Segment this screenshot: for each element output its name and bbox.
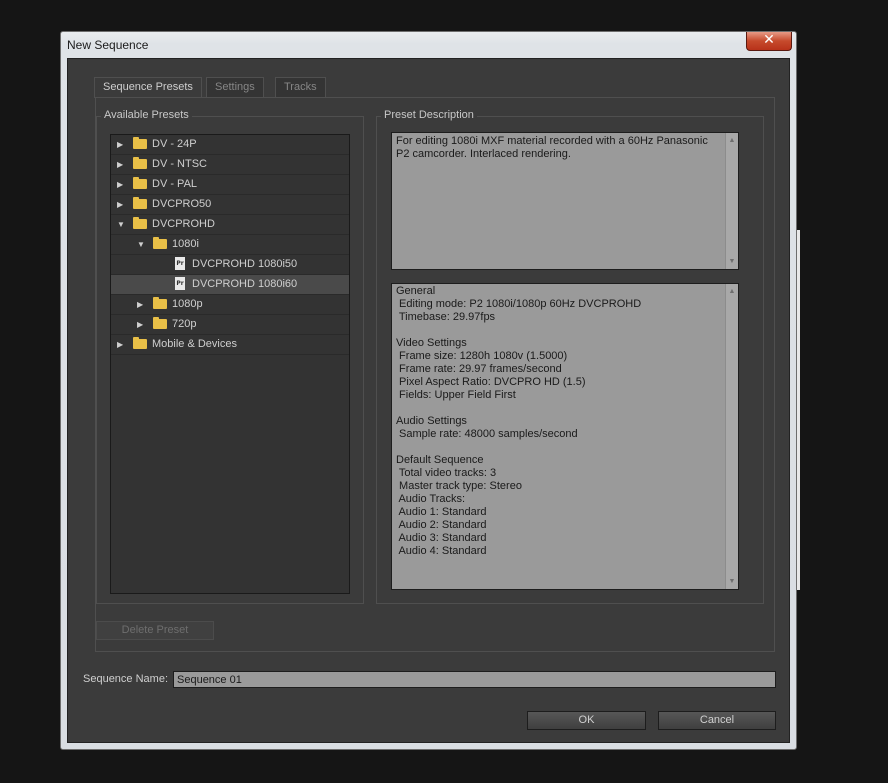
tree-item-dvcprohd[interactable]: ▼ DVCPROHD — [111, 215, 349, 235]
expand-arrow-icon[interactable]: ▶ — [117, 195, 123, 214]
tree-item-dv-pal[interactable]: ▶ DV - PAL — [111, 175, 349, 195]
tab-sequence-presets[interactable]: Sequence Presets — [94, 77, 202, 98]
tree-item-label: DV - NTSC — [152, 158, 207, 170]
dialog-content: Sequence Presets Settings Tracks Availab… — [67, 58, 790, 743]
sequence-presets-panel: Available Presets ▶ DV - 24P ▶ DV - NTSC… — [95, 97, 775, 652]
tree-item-dvcprohd-1080i60[interactable]: Pr DVCPROHD 1080i60 — [111, 275, 349, 295]
tree-item-1080p[interactable]: ▶ 1080p — [111, 295, 349, 315]
expand-arrow-icon[interactable]: ▶ — [117, 135, 123, 154]
folder-icon — [133, 137, 147, 149]
title-bar[interactable]: New Sequence ✕ — [61, 32, 796, 58]
collapse-arrow-icon[interactable]: ▼ — [117, 215, 125, 234]
tree-item-label: DVCPRO50 — [152, 198, 212, 210]
available-presets-label: Available Presets — [101, 109, 192, 121]
tree-item-label: DVCPROHD 1080i60 — [192, 278, 298, 290]
tab-settings[interactable]: Settings — [206, 77, 264, 97]
preset-description-group: Preset Description For editing 1080i MXF… — [376, 109, 764, 604]
tree-item-label: DV - 24P — [152, 138, 197, 150]
tree-item-label: DVCPROHD — [152, 218, 215, 230]
tree-item-dvcprohd-1080i50[interactable]: Pr DVCPROHD 1080i50 — [111, 255, 349, 275]
folder-icon — [153, 317, 167, 329]
tree-item-dvcpro50[interactable]: ▶ DVCPRO50 — [111, 195, 349, 215]
collapse-arrow-icon[interactable]: ▼ — [137, 235, 145, 254]
tree-item-label: DVCPROHD 1080i50 — [192, 258, 298, 270]
folder-icon — [153, 237, 167, 249]
preset-description-label: Preset Description — [381, 109, 477, 121]
sequence-name-input[interactable] — [173, 671, 776, 688]
preset-file-icon: Pr — [175, 277, 185, 290]
folder-icon — [133, 197, 147, 209]
tree-item-label: 720p — [172, 318, 197, 330]
tree-item-label: Mobile & Devices — [152, 338, 237, 350]
preset-file-icon: Pr — [175, 257, 185, 270]
scroll-up-arrow-icon[interactable]: ▲ — [726, 288, 738, 295]
cancel-button[interactable]: Cancel — [658, 711, 776, 730]
scroll-down-arrow-icon[interactable]: ▼ — [726, 258, 738, 265]
dialog-title: New Sequence — [67, 38, 149, 52]
tree-item-mobile-devices[interactable]: ▶ Mobile & Devices — [111, 335, 349, 355]
general-info-scrollbar[interactable]: ▲ ▼ — [725, 284, 738, 589]
expand-arrow-icon[interactable]: ▶ — [117, 175, 123, 194]
available-presets-group: Available Presets ▶ DV - 24P ▶ DV - NTSC… — [96, 109, 364, 604]
expand-arrow-icon[interactable]: ▶ — [137, 315, 143, 334]
sequence-name-label: Sequence Name: — [83, 673, 168, 685]
new-sequence-dialog: New Sequence ✕ Sequence Presets Settings… — [60, 31, 797, 750]
tab-tracks[interactable]: Tracks — [275, 77, 326, 97]
scroll-down-arrow-icon[interactable]: ▼ — [726, 578, 738, 585]
tree-item-dv-ntsc[interactable]: ▶ DV - NTSC — [111, 155, 349, 175]
tree-item-label: 1080p — [172, 298, 203, 310]
folder-icon — [133, 157, 147, 169]
general-info-text: General Editing mode: P2 1080i/1080p 60H… — [396, 285, 642, 557]
tree-item-1080i[interactable]: ▼ 1080i — [111, 235, 349, 255]
description-scrollbar[interactable]: ▲ ▼ — [725, 133, 738, 269]
folder-icon — [153, 297, 167, 309]
expand-arrow-icon[interactable]: ▶ — [117, 335, 123, 354]
folder-icon — [133, 217, 147, 229]
expand-arrow-icon[interactable]: ▶ — [117, 155, 123, 174]
tree-item-dv-24p[interactable]: ▶ DV - 24P — [111, 135, 349, 155]
description-textbox[interactable]: For editing 1080i MXF material recorded … — [391, 132, 739, 270]
folder-icon — [133, 177, 147, 189]
tree-item-label: 1080i — [172, 238, 199, 250]
folder-icon — [133, 337, 147, 349]
delete-preset-button[interactable]: Delete Preset — [96, 621, 214, 640]
general-info-textbox[interactable]: General Editing mode: P2 1080i/1080p 60H… — [391, 283, 739, 590]
ok-button[interactable]: OK — [527, 711, 646, 730]
tree-item-label: DV - PAL — [152, 178, 198, 190]
tree-item-720p[interactable]: ▶ 720p — [111, 315, 349, 335]
expand-arrow-icon[interactable]: ▶ — [137, 295, 143, 314]
presets-tree[interactable]: ▶ DV - 24P ▶ DV - NTSC ▶ DV - PAL ▶ DVCP… — [110, 134, 350, 594]
scroll-up-arrow-icon[interactable]: ▲ — [726, 137, 738, 144]
description-text: For editing 1080i MXF material recorded … — [396, 135, 708, 160]
close-button[interactable]: ✕ — [746, 32, 792, 51]
